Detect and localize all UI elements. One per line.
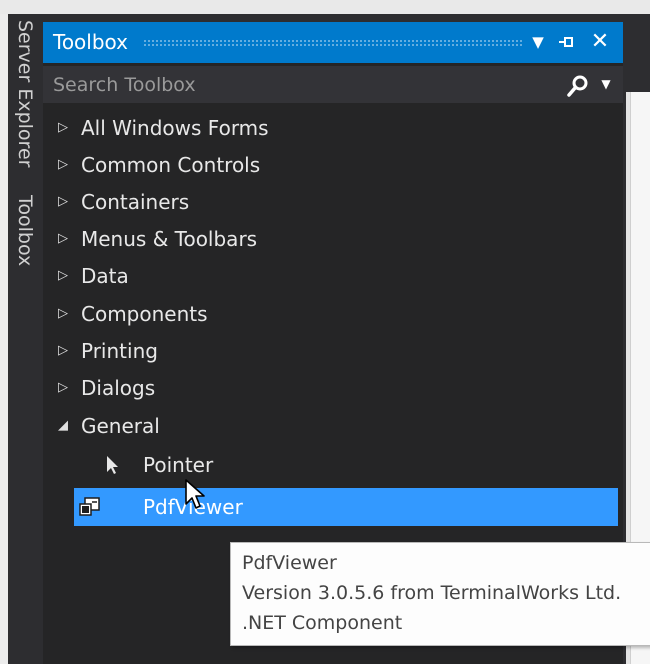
editor-tab-bar <box>626 80 650 92</box>
search-input[interactable] <box>43 66 553 103</box>
toolbox-item-pdfviewer[interactable]: PdfViewer <box>74 488 618 526</box>
category-containers[interactable]: ▷ Containers <box>43 184 623 220</box>
side-tab-toolbox[interactable]: Toolbox <box>12 195 38 266</box>
expand-arrow-icon[interactable]: ▷ <box>58 110 74 146</box>
category-common-controls[interactable]: ▷ Common Controls <box>43 147 623 183</box>
side-tab-strip: Server Explorer Toolbox <box>8 14 42 664</box>
category-label: Components <box>81 302 208 326</box>
toolbox-title: Toolbox <box>53 30 128 54</box>
close-icon[interactable]: ✕ <box>588 28 612 56</box>
category-general[interactable]: ◢ General <box>43 408 623 444</box>
dropdown-arrow-icon[interactable]: ▼ <box>526 28 550 56</box>
pin-icon[interactable] <box>554 28 578 56</box>
tooltip-version: Version 3.0.5.6 from TerminalWorks Ltd. <box>242 582 622 604</box>
category-all-windows-forms[interactable]: ▷ All Windows Forms <box>43 110 623 146</box>
search-options-icon[interactable]: ▼ <box>598 74 614 94</box>
category-printing[interactable]: ▷ Printing <box>43 333 623 369</box>
search-box: ▼ <box>43 66 623 103</box>
window-top-strip <box>0 0 650 14</box>
component-icon <box>79 497 100 516</box>
category-label: Containers <box>81 190 190 214</box>
category-label: General <box>81 414 160 438</box>
collapse-arrow-icon[interactable]: ◢ <box>58 408 74 444</box>
expand-arrow-icon[interactable]: ▷ <box>58 370 74 406</box>
tooltip-type: .NET Component <box>242 612 403 634</box>
tooltip-title: PdfViewer <box>242 552 337 574</box>
category-label: Menus & Toolbars <box>81 227 258 251</box>
expand-arrow-icon[interactable]: ▷ <box>58 184 74 220</box>
toolbox-item-pointer[interactable]: Pointer <box>43 446 623 484</box>
category-label: All Windows Forms <box>81 116 269 140</box>
pointer-arrow-icon <box>107 456 118 474</box>
category-label: Data <box>81 264 129 288</box>
category-data[interactable]: ▷ Data <box>43 258 623 294</box>
expand-arrow-icon[interactable]: ▷ <box>58 333 74 369</box>
expand-arrow-icon[interactable]: ▷ <box>58 258 74 294</box>
toolbox-titlebar[interactable]: Toolbox ▼ ✕ <box>43 22 623 63</box>
mouse-cursor-icon <box>185 479 205 509</box>
item-tooltip: PdfViewer Version 3.0.5.6 from TerminalW… <box>230 542 650 646</box>
expand-arrow-icon[interactable]: ▷ <box>58 147 74 183</box>
drag-grip[interactable] <box>143 39 523 46</box>
side-tab-server-explorer[interactable]: Server Explorer <box>12 20 38 167</box>
category-label: Dialogs <box>81 376 156 400</box>
expand-arrow-icon[interactable]: ▷ <box>58 296 74 332</box>
search-icon[interactable] <box>566 74 590 98</box>
expand-arrow-icon[interactable]: ▷ <box>58 221 74 257</box>
category-label: Common Controls <box>81 153 261 177</box>
category-label: Printing <box>81 339 158 363</box>
category-components[interactable]: ▷ Components <box>43 296 623 332</box>
category-menus-toolbars[interactable]: ▷ Menus & Toolbars <box>43 221 623 257</box>
category-dialogs[interactable]: ▷ Dialogs <box>43 370 623 406</box>
window-left-edge <box>0 14 8 664</box>
